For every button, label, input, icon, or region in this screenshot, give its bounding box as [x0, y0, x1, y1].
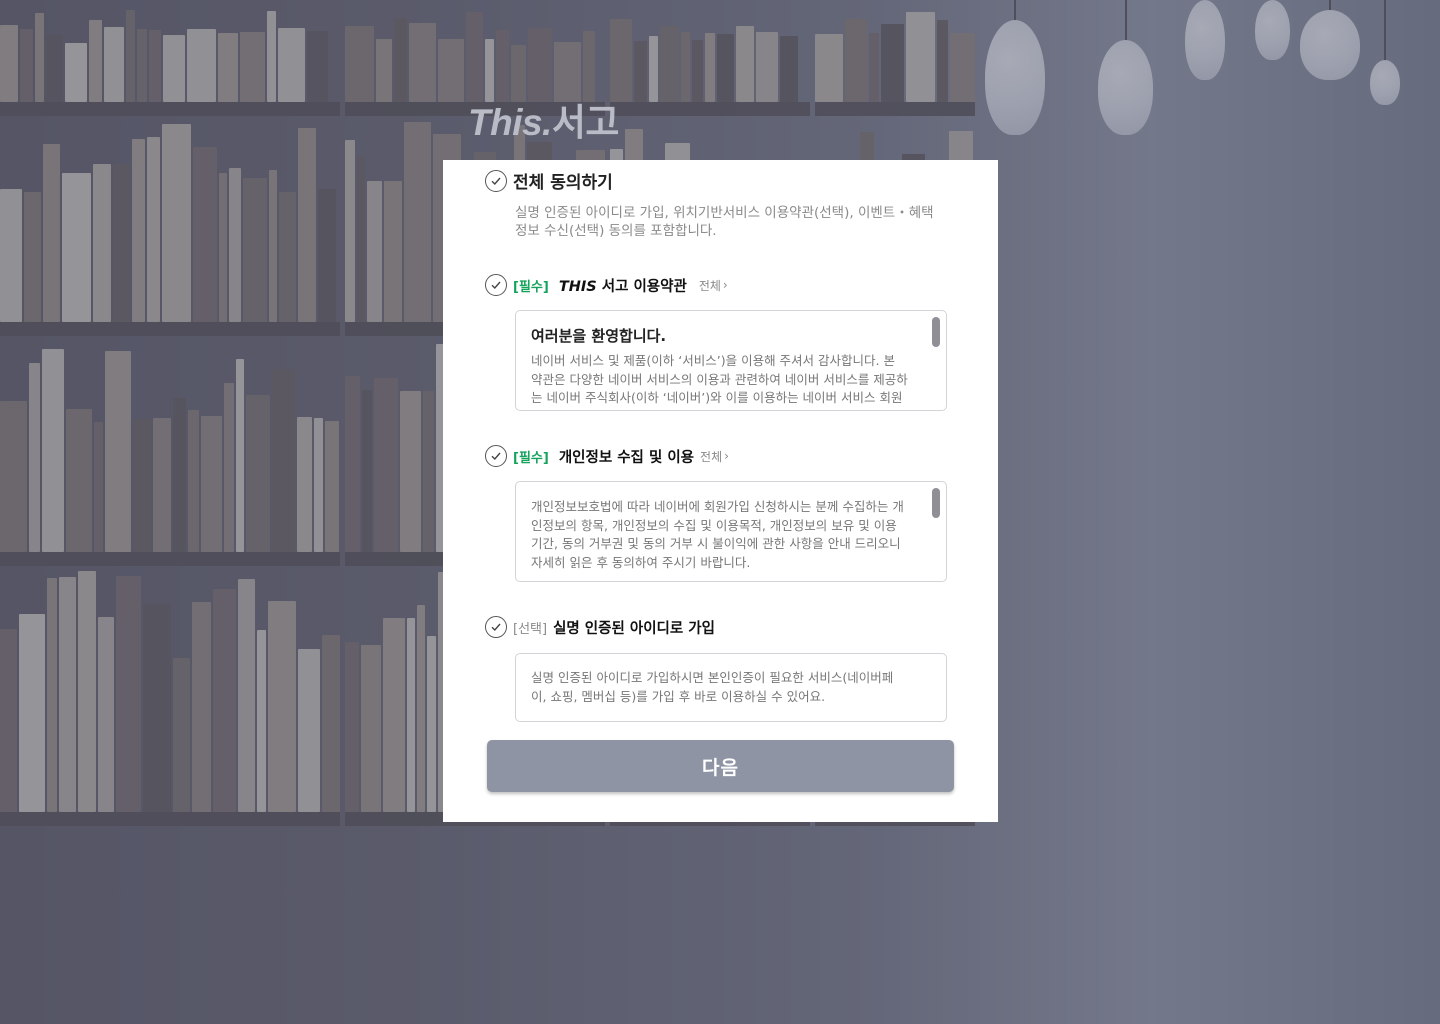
terms-box-text: 네이버 서비스 및 제품(이하 ‘서비스’)을 이용해 주셔서 감사합니다. 본…	[531, 353, 908, 410]
site-logo[interactable]: This.서고	[468, 92, 619, 146]
privacy-row[interactable]: [필수] 개인정보 수집 및 이용 전체 ›	[485, 445, 729, 467]
next-button[interactable]: 다음	[487, 740, 954, 792]
check-circle-icon[interactable]	[485, 445, 507, 467]
chevron-right-icon: ›	[724, 449, 729, 463]
realname-content-box: 실명 인증된 아이디로 가입하시면 본인인증이 필요한 서비스(네이버페이, 쇼…	[515, 653, 947, 722]
realname-title: 실명 인증된 아이디로 가입	[553, 620, 715, 637]
required-tag: [필수]	[513, 279, 549, 295]
privacy-view-all-link[interactable]: 전체 ›	[700, 448, 729, 465]
terms-row[interactable]: [필수] THIS 서고 이용약관 전체 ›	[485, 274, 728, 296]
terms-scrollbar[interactable]	[932, 317, 940, 347]
terms-agreement-card: 전체 동의하기 실명 인증된 아이디로 가입, 위치기반서비스 이용약관(선택)…	[443, 160, 998, 822]
check-circle-icon[interactable]	[485, 616, 507, 638]
optional-tag: [선택]	[513, 621, 548, 637]
chevron-right-icon: ›	[722, 278, 728, 292]
realname-box-text: 실명 인증된 아이디로 가입하시면 본인인증이 필요한 서비스(네이버페이, 쇼…	[531, 670, 894, 704]
privacy-content-box[interactable]: 개인정보보호법에 따라 네이버에 회원가입 신청하시는 분께 수집하는 개인정보…	[515, 481, 947, 582]
privacy-box-text: 개인정보보호법에 따라 네이버에 회원가입 신청하시는 분께 수집하는 개인정보…	[531, 499, 904, 570]
privacy-scrollbar[interactable]	[932, 488, 940, 518]
check-circle-icon[interactable]	[485, 169, 507, 192]
terms-title: THIS 서고 이용약관	[558, 278, 687, 295]
privacy-title: 개인정보 수집 및 이용	[558, 449, 695, 466]
agree-all-row[interactable]: 전체 동의하기	[485, 168, 613, 193]
terms-box-title: 여러분을 환영합니다.	[531, 327, 667, 345]
agree-all-description: 실명 인증된 아이디로 가입, 위치기반서비스 이용약관(선택), 이벤트・혜택…	[515, 205, 934, 239]
check-circle-icon[interactable]	[485, 274, 507, 296]
terms-view-all-link[interactable]: 전체 ›	[699, 277, 728, 294]
required-tag: [필수]	[513, 450, 549, 466]
terms-content-box[interactable]: 여러분을 환영합니다. 네이버 서비스 및 제품(이하 ‘서비스’)을 이용해 …	[515, 310, 947, 411]
realname-row[interactable]: [선택] 실명 인증된 아이디로 가입	[485, 616, 715, 638]
agree-all-label: 전체 동의하기	[513, 173, 613, 193]
